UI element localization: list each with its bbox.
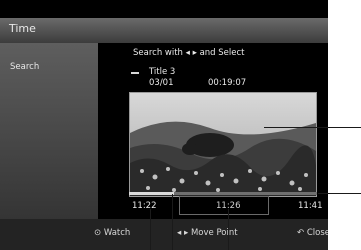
title-bar: Time bbox=[0, 18, 328, 43]
preview-image bbox=[130, 93, 316, 196]
timeline-progress bbox=[129, 192, 175, 195]
timeline-bar[interactable] bbox=[129, 192, 317, 195]
sidebar: Search bbox=[0, 43, 98, 246]
video-preview bbox=[129, 92, 317, 197]
callout-line-current bbox=[228, 209, 229, 250]
close-label: Close bbox=[306, 228, 328, 238]
button-hint-bar: ⊙ Watch ◂ ▸ Move Point ↶ Close bbox=[0, 219, 328, 250]
recording-date: 03/01 bbox=[149, 78, 174, 88]
recording-time: 00:19:07 bbox=[208, 78, 247, 88]
callout-line-start bbox=[150, 209, 151, 250]
file-icon bbox=[131, 72, 139, 74]
menu-item-search[interactable]: Search bbox=[10, 62, 39, 72]
callout-line-timeline bbox=[318, 193, 361, 194]
callout-line-preview bbox=[264, 127, 361, 128]
close-hint[interactable]: ↶ Close bbox=[297, 228, 328, 238]
watch-hint[interactable]: ⊙ Watch bbox=[94, 228, 130, 238]
instruction-text: Search with ◂ ▸ and Select bbox=[133, 48, 245, 58]
return-icon: ↶ bbox=[297, 228, 305, 238]
watch-label: Watch bbox=[103, 228, 131, 238]
watch-icon: ⊙ bbox=[94, 228, 102, 238]
callout-line-marker bbox=[172, 194, 173, 250]
move-point-label: Move Point bbox=[190, 228, 238, 238]
recording-title: Title 3 bbox=[149, 67, 176, 77]
timeline-end-time: 11:41 bbox=[298, 201, 323, 211]
timeline-start-time: 11:22 bbox=[132, 201, 157, 211]
page-title: Time bbox=[9, 22, 36, 35]
dvd-time-search-screen: Time Search Search with ◂ ▸ and Select T… bbox=[0, 0, 328, 250]
arrows-icon: ◂ ▸ bbox=[177, 228, 189, 238]
